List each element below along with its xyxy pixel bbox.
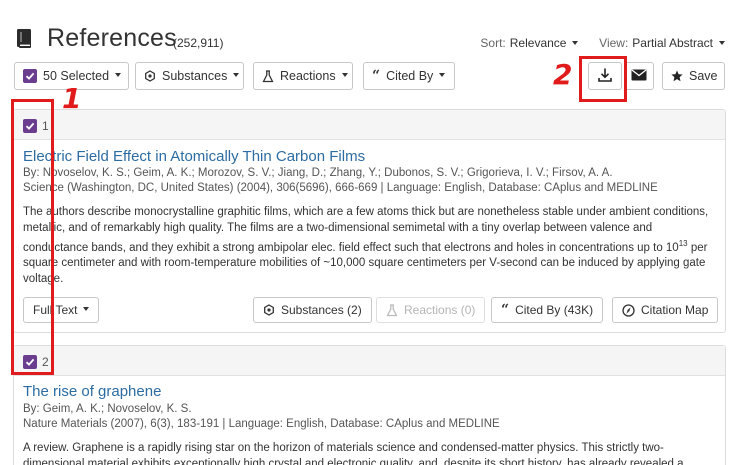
page-title: References [47, 24, 177, 52]
save-button[interactable]: Save [662, 62, 725, 90]
chevron-down-icon[interactable] [572, 40, 579, 45]
annotation-box-download [579, 56, 627, 102]
annotation-box-checkboxes [11, 99, 54, 375]
cited-by-label: Cited By [386, 69, 434, 83]
chevron-down-icon [233, 73, 240, 77]
result-title-link[interactable]: Electric Field Effect in Atomically Thin… [23, 148, 365, 165]
chevron-down-icon [439, 73, 446, 77]
result-header: 1 [14, 110, 725, 140]
cited-by-button[interactable]: “ Cited By (43K) [491, 297, 604, 323]
result-header: 2 [14, 346, 725, 376]
sort-label: Sort: [480, 36, 506, 50]
reactions-button: Reactions (0) [376, 297, 486, 323]
quote-icon: “ [372, 68, 381, 84]
result-source: Nature Materials (2007), 6(3), 183-191 |… [23, 418, 500, 430]
envelope-icon [631, 68, 647, 84]
flask-icon [262, 69, 274, 83]
reactions-label: Reactions [280, 69, 336, 83]
chevron-down-icon[interactable] [719, 40, 725, 45]
result-card: 2 The rise of graphene By: Geim, A. K.; … [13, 345, 726, 465]
result-title-link[interactable]: The rise of graphene [23, 383, 161, 400]
result-abstract: The authors describe monocrystalline gra… [23, 205, 715, 287]
substance-icon [263, 304, 275, 316]
reactions-count-label: Reactions (0) [404, 303, 476, 317]
page-header: References (252,911) Sort: Relevance View… [14, 24, 725, 54]
abstract-superscript: 13 [678, 239, 688, 248]
annotation-number-1: 1 [62, 82, 82, 115]
compass-icon [622, 303, 635, 317]
citation-map-button[interactable]: Citation Map [612, 297, 719, 323]
star-icon [671, 70, 683, 82]
cited-by-count-label: Cited By (43K) [515, 303, 594, 317]
result-authors: By: Geim, A. K.; Novoselov, K. S. [23, 403, 192, 415]
view-dropdown[interactable]: Partial Abstract [632, 36, 713, 50]
email-button[interactable] [624, 62, 654, 90]
result-authors: By: Novoselov, K. S.; Geim, A. K.; Moroz… [23, 167, 613, 179]
annotation-number-2: 2 [553, 58, 573, 91]
view-label: View: [599, 36, 629, 50]
flask-icon [386, 303, 398, 317]
sort-dropdown[interactable]: Relevance [510, 36, 567, 50]
sort-view-controls: Sort: Relevance View: Partial Abstract [480, 36, 725, 50]
citation-map-label: Citation Map [641, 303, 709, 317]
result-source: Science (Washington, DC, United States) … [23, 182, 658, 194]
abstract-text: The authors describe monocrystalline gra… [23, 206, 709, 254]
checkbox-icon [23, 69, 37, 83]
chevron-down-icon [341, 73, 348, 77]
result-card: 1 Electric Field Effect in Atomically Th… [13, 109, 726, 333]
cited-by-dropdown-button[interactable]: “ Cited By [363, 62, 455, 90]
selected-label: 50 Selected [43, 69, 110, 83]
save-label: Save [689, 69, 718, 83]
substances-dropdown-button[interactable]: Substances [135, 62, 244, 90]
quote-icon: “ [501, 302, 510, 318]
book-icon [16, 29, 32, 49]
result-count: (252,911) [173, 36, 224, 50]
substances-count-label: Substances (2) [281, 303, 362, 317]
result-abstract: A review. Graphene is a rapidly rising s… [23, 442, 684, 465]
substances-button[interactable]: Substances (2) [253, 297, 372, 323]
chevron-down-icon [83, 307, 90, 311]
substance-icon [144, 70, 156, 82]
reactions-dropdown-button[interactable]: Reactions [253, 62, 353, 90]
substances-label: Substances [162, 69, 228, 83]
chevron-down-icon [115, 73, 122, 77]
